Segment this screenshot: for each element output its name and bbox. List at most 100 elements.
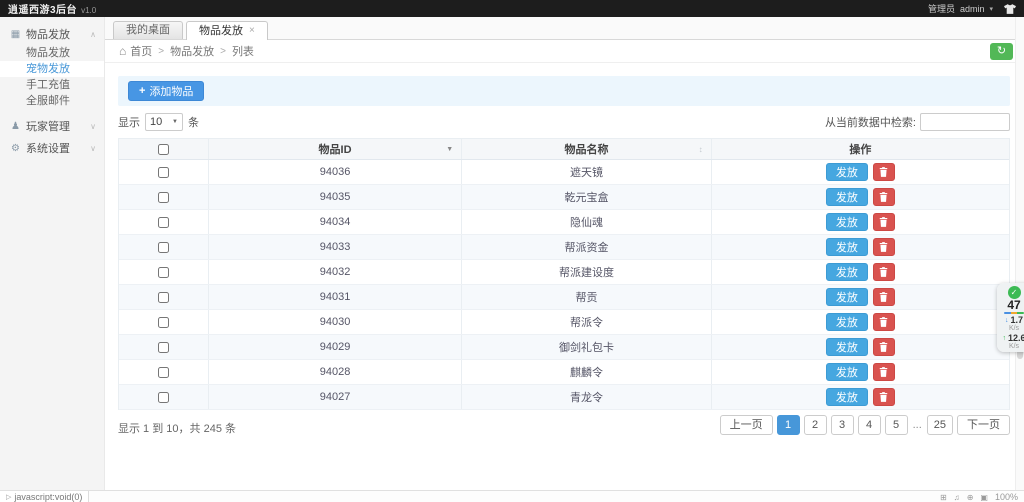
row-checkbox[interactable] xyxy=(158,342,169,353)
row-checkbox[interactable] xyxy=(158,292,169,303)
delete-button[interactable] xyxy=(873,338,895,356)
page-button-last[interactable]: 25 xyxy=(927,415,953,435)
upload-value: 12.6 xyxy=(1008,334,1024,343)
sound-icon[interactable]: ♫ xyxy=(954,493,960,502)
trash-icon xyxy=(879,342,888,352)
send-button[interactable]: 发放 xyxy=(826,388,868,406)
unit-label: 条 xyxy=(188,114,199,130)
send-button[interactable]: 发放 xyxy=(826,338,868,356)
chevron-up-icon: ∧ xyxy=(90,30,96,39)
row-checkbox[interactable] xyxy=(158,317,169,328)
table-summary: 显示 1 到 10，共 245 条 xyxy=(118,420,236,436)
scrollbar-track[interactable] xyxy=(1015,17,1024,490)
sidebar-group-players[interactable]: ♟ 玩家管理 ∨ xyxy=(0,115,104,137)
page-size-control: 显示 10 ▼ 条 xyxy=(118,113,199,131)
table-row: 94028 麒麟令 发放 xyxy=(119,360,1009,385)
send-button[interactable]: 发放 xyxy=(826,263,868,281)
sidebar-group-settings[interactable]: ⚙ 系统设置 ∨ xyxy=(0,137,104,159)
row-checkbox[interactable] xyxy=(158,242,169,253)
next-page-button[interactable]: 下一页 xyxy=(957,415,1010,435)
header-label: 操作 xyxy=(849,141,871,157)
zoom-plus-icon[interactable]: ⊕ xyxy=(967,493,974,502)
tab-desktop[interactable]: 我的桌面 xyxy=(113,21,183,39)
header-item-id[interactable]: 物品ID ▼ xyxy=(209,139,462,159)
sidebar-group-label: 系统设置 xyxy=(26,140,90,156)
send-button[interactable]: 发放 xyxy=(826,363,868,381)
sidebar-group-label: 玩家管理 xyxy=(26,118,90,134)
breadcrumb-home[interactable]: 首页 xyxy=(130,43,152,59)
add-item-button[interactable]: + 添加物品 xyxy=(128,81,204,101)
delete-button[interactable] xyxy=(873,213,895,231)
table-row: 94029 御剑礼包卡 发放 xyxy=(119,335,1009,360)
zoom-level[interactable]: 100% xyxy=(995,492,1018,502)
refresh-button[interactable]: ↻ xyxy=(990,43,1013,60)
sidebar-item-manual-recharge[interactable]: 手工充值 xyxy=(0,77,104,93)
search-input[interactable] xyxy=(920,113,1010,131)
sidebar-item-item-grant[interactable]: 物品发放 xyxy=(0,45,104,61)
window-icon[interactable]: ▣ xyxy=(980,493,988,502)
toolbar-panel: + 添加物品 xyxy=(118,76,1010,106)
shirt-icon[interactable] xyxy=(1004,4,1016,14)
item-name-cell: 青龙令 xyxy=(462,385,711,409)
close-icon[interactable]: × xyxy=(249,26,255,36)
delete-button[interactable] xyxy=(873,313,895,331)
download-unit: K/s xyxy=(1009,325,1019,333)
grid-icon[interactable]: ⊞ xyxy=(940,493,947,502)
row-checkbox[interactable] xyxy=(158,267,169,278)
item-name-cell: 遮天镜 xyxy=(462,160,711,184)
select-all-checkbox[interactable] xyxy=(158,144,169,155)
row-checkbox[interactable] xyxy=(158,192,169,203)
delete-button[interactable] xyxy=(873,188,895,206)
page-button-3[interactable]: 3 xyxy=(831,415,854,435)
chevron-down-icon: ∨ xyxy=(90,122,96,131)
status-tray: ⊞ ♫ ⊕ ▣ 100% xyxy=(940,491,1018,502)
upload-unit: K/s xyxy=(1009,343,1019,351)
page-button-1[interactable]: 1 xyxy=(777,415,800,435)
gear-icon: ⚙ xyxy=(10,143,21,154)
page-button-5[interactable]: 5 xyxy=(885,415,908,435)
delete-button[interactable] xyxy=(873,363,895,381)
send-button[interactable]: 发放 xyxy=(826,288,868,306)
user-menu[interactable]: 管理员 admin ▾ xyxy=(928,2,1016,15)
breadcrumb-section[interactable]: 物品发放 xyxy=(170,43,214,59)
tab-bar: 我的桌面 物品发放 × xyxy=(105,17,1024,40)
send-button[interactable]: 发放 xyxy=(826,213,868,231)
delete-button[interactable] xyxy=(873,388,895,406)
trash-icon xyxy=(879,392,888,402)
sidebar-group-label: 物品发放 xyxy=(26,26,90,42)
send-button[interactable]: 发放 xyxy=(826,238,868,256)
delete-button[interactable] xyxy=(873,238,895,256)
network-speed-widget[interactable]: ✓ 47 ↓ 1.7 K/s ↑ 12.6 K/s xyxy=(997,283,1024,352)
header-item-name[interactable]: 物品名称 ↕ xyxy=(462,139,711,159)
tab-item-grant[interactable]: 物品发放 × xyxy=(186,21,268,40)
sort-desc-icon[interactable]: ▼ xyxy=(446,146,453,153)
sort-icon[interactable]: ↕ xyxy=(699,145,703,154)
send-button[interactable]: 发放 xyxy=(826,188,868,206)
row-checkbox[interactable] xyxy=(158,367,169,378)
sidebar-item-server-mail[interactable]: 全服邮件 xyxy=(0,93,104,109)
delete-button[interactable] xyxy=(873,288,895,306)
page-button-4[interactable]: 4 xyxy=(858,415,881,435)
item-id-cell: 94031 xyxy=(209,285,462,309)
sidebar-item-pet-grant[interactable]: 宠物发放 xyxy=(0,61,104,77)
page-button-2[interactable]: 2 xyxy=(804,415,827,435)
trash-icon xyxy=(879,267,888,277)
row-checkbox[interactable] xyxy=(158,392,169,403)
sidebar-group-items[interactable]: ▦ 物品发放 ∧ xyxy=(0,23,104,45)
row-checkbox[interactable] xyxy=(158,217,169,228)
delete-button[interactable] xyxy=(873,163,895,181)
send-button[interactable]: 发放 xyxy=(826,163,868,181)
header-label: 物品名称 xyxy=(564,141,608,157)
search-control: 从当前数据中检索: xyxy=(825,113,1010,131)
row-checkbox[interactable] xyxy=(158,167,169,178)
delete-button[interactable] xyxy=(873,263,895,281)
user-role: 管理员 xyxy=(928,2,955,15)
sidebar: ▦ 物品发放 ∧ 物品发放 宠物发放 手工充值 全服邮件 ♟ 玩家管理 ∨ ⚙ … xyxy=(0,17,105,490)
chevron-down-icon: ∨ xyxy=(90,144,96,153)
page-size-select[interactable]: 10 ▼ xyxy=(145,113,183,131)
item-name-cell: 麒麟令 xyxy=(462,360,711,384)
app-version: v1.0 xyxy=(81,6,96,15)
prev-page-button[interactable]: 上一页 xyxy=(720,415,773,435)
trash-icon xyxy=(879,292,888,302)
send-button[interactable]: 发放 xyxy=(826,313,868,331)
